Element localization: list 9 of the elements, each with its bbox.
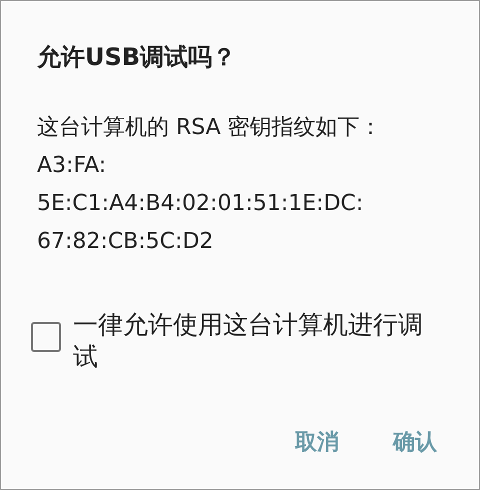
message-text: 67:82:CB:5C:D2 xyxy=(37,228,214,256)
message-text: 这台计算机的 RSA 密钥指纹如下： xyxy=(37,114,383,142)
cancel-button[interactable]: 取消 xyxy=(295,427,339,457)
message-text: A3:FA: xyxy=(37,152,108,180)
confirm-button[interactable]: 确认 xyxy=(393,427,437,457)
message-text: 5E:C1:A4:B4:02:01:51:1E:DC: xyxy=(37,190,364,218)
checkbox[interactable] xyxy=(31,322,61,352)
checkbox-label: 一律允许使用这台计算机进行调试 xyxy=(73,309,424,373)
dialog-title: 允许USB调试吗？ xyxy=(37,42,238,73)
